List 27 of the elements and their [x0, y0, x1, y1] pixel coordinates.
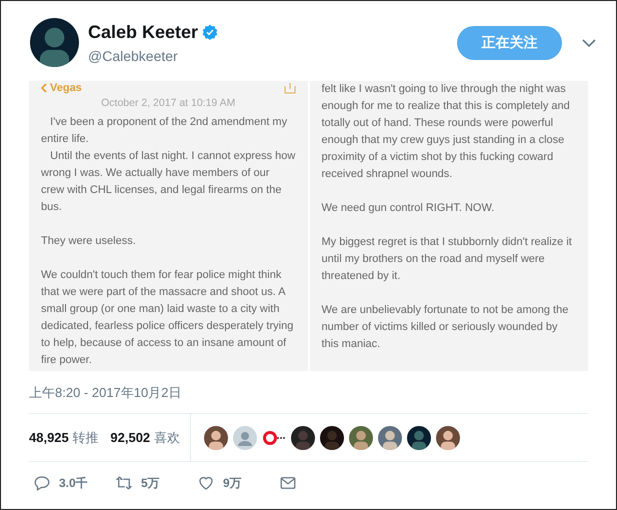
engagement-stat[interactable]: 92,502 喜欢 [110, 428, 180, 448]
tweet-timestamp[interactable]: 上午8:20 - 2017年10月2日 [29, 385, 182, 400]
note-paragraph: We are unbelievably fortunate to not be among the number of victims killed or seriously wounded by this maniac. [322, 303, 570, 352]
chevron-left-icon [41, 83, 47, 93]
reply-icon [33, 474, 51, 492]
default-avatar-icon [232, 426, 257, 450]
back-link: Vegas [50, 80, 82, 96]
retweet-action[interactable]: 5万 [115, 474, 197, 492]
note-paragraph: My biggest regret is that I stubbornly didn't realize it until my brothers on the road and myself were threatened by it. [322, 235, 573, 284]
following-button[interactable]: 正在关注 [457, 26, 562, 60]
chevron-down-icon[interactable] [582, 38, 596, 48]
note-screenshot[interactable] [29, 81, 308, 371]
envelope-icon [279, 474, 297, 492]
reply-action[interactable]: 3.0千 [33, 474, 115, 492]
author-handle[interactable]: @Calebkeeter [88, 46, 218, 66]
like-action[interactable]: 9万 [197, 474, 279, 492]
note-paragraph: We couldn't touch them for fear police might think that we were part of the massacre and shoot us. A small group (or one man) laid waste to a city with dedicated, fearless police officers desperately trying to help, because of access to an insane amount of fire power. [41, 268, 294, 368]
engagement-stat[interactable]: 48,925 转推 [29, 428, 98, 448]
author-name[interactable]: Caleb Keeter [88, 18, 198, 46]
share-icon [284, 82, 296, 94]
note-paragraph: felt like I wasn't going to live through the night was enough for me to realize that this is completely and totally out of hand. These rounds were powerful enough that my crew guys just standing in a close proximity of a victim shot by this fucking coward received shrapnel wounds. [322, 82, 571, 182]
note-paragraph: They were useless. [41, 234, 137, 249]
note-date: October 2, 2017 at 10:19 AM [101, 96, 236, 111]
retweet-icon [115, 474, 133, 492]
note-paragraph: We need gun control RIGHT. NOW. [322, 201, 496, 216]
note-paragraph: I've been a proponent of the 2nd amendment my entire life. Until the events of last night. I cannot express how wrong I was. We actually have members of our crew with CHL licenses, and legal firearms on the bus. [41, 115, 296, 215]
heart-icon [197, 474, 215, 492]
